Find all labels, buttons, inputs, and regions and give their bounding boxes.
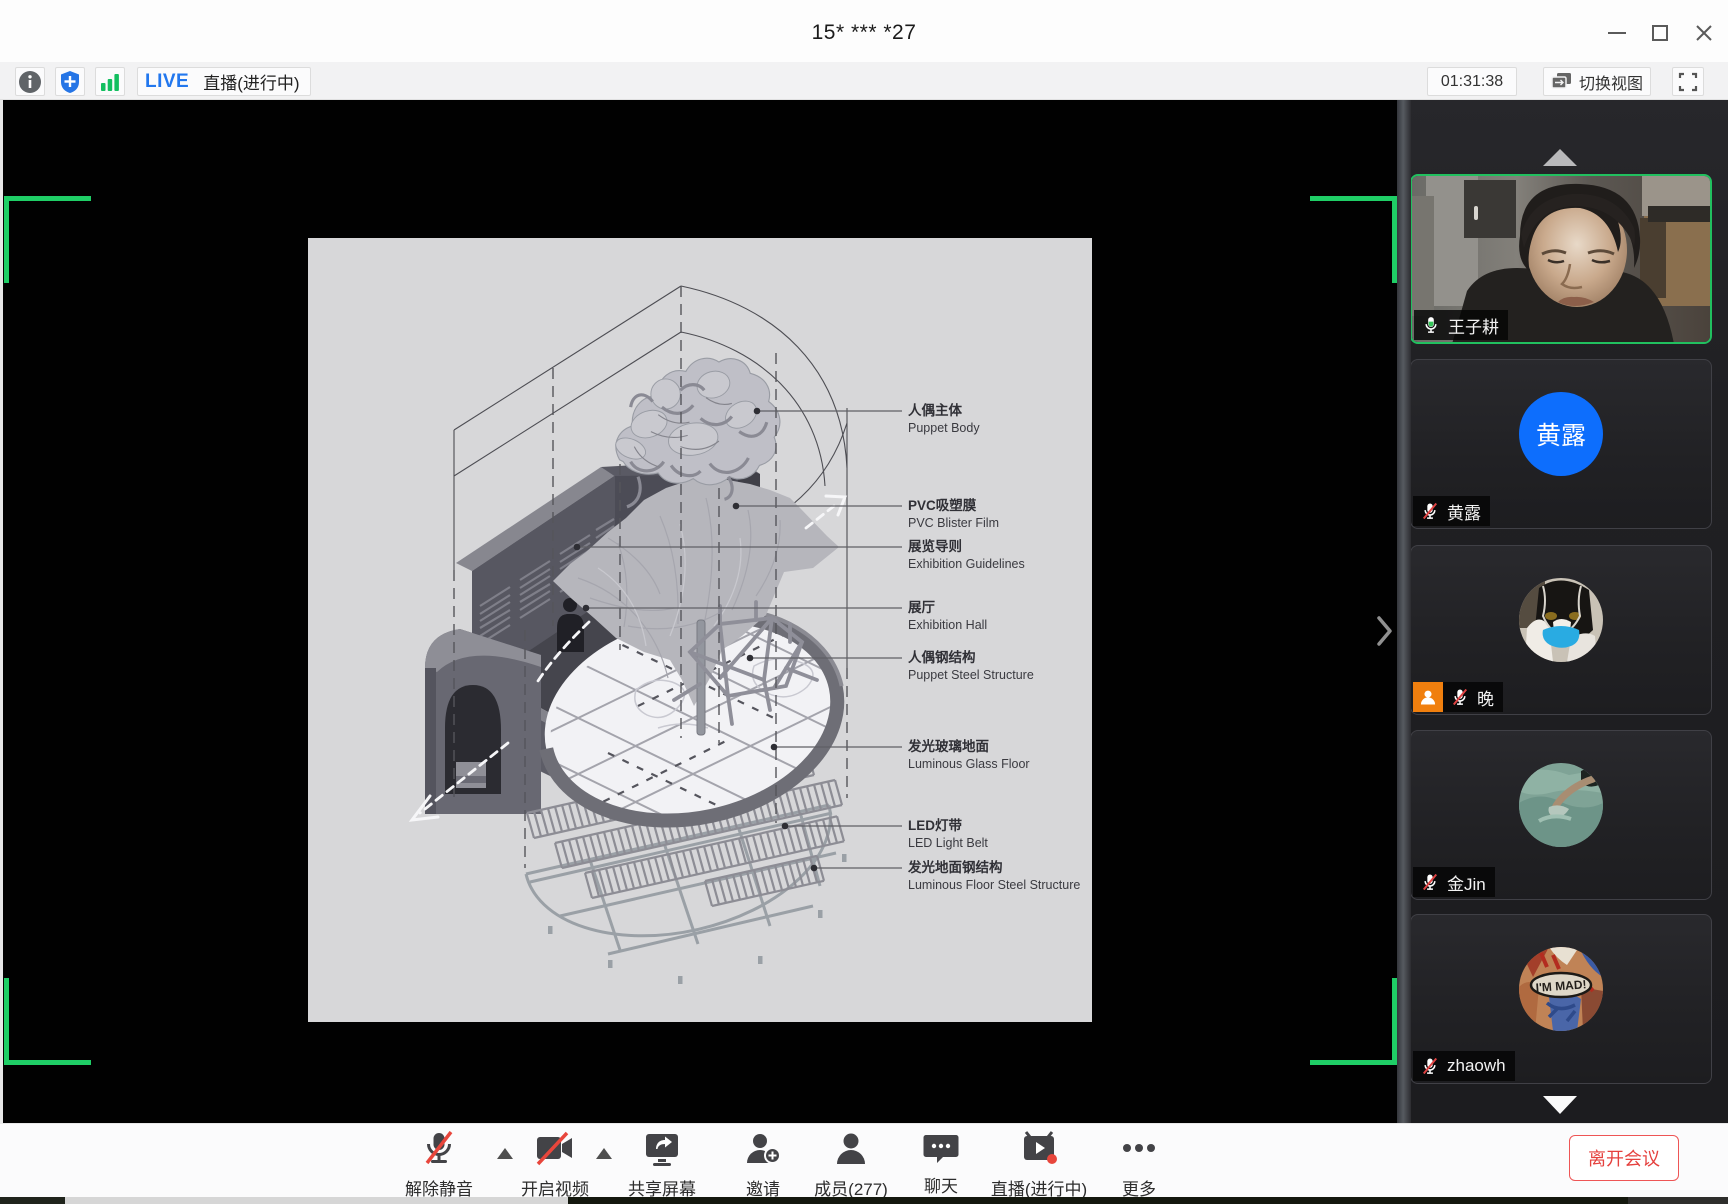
svg-text:展厅: 展厅 xyxy=(908,600,936,615)
svg-text:人偶钢结构: 人偶钢结构 xyxy=(908,649,976,665)
svg-text:发光地面钢结构: 发光地面钢结构 xyxy=(907,859,1003,875)
svg-text:PVC吸塑膜: PVC吸塑膜 xyxy=(908,497,977,513)
svg-text:Exhibition Guidelines: Exhibition Guidelines xyxy=(908,557,1025,571)
svg-text:展览导则: 展览导则 xyxy=(908,538,962,554)
svg-text:LED灯带: LED灯带 xyxy=(908,817,963,833)
svg-text:Luminous Glass Floor: Luminous Glass Floor xyxy=(908,757,1030,771)
svg-text:Puppet Body: Puppet Body xyxy=(908,421,980,435)
svg-text:发光玻璃地面: 发光玻璃地面 xyxy=(907,738,989,754)
svg-text:Puppet Steel Structure: Puppet Steel Structure xyxy=(908,668,1034,682)
svg-text:PVC Blister Film: PVC Blister Film xyxy=(908,516,999,530)
svg-text:LED Light Belt: LED Light Belt xyxy=(908,836,988,850)
svg-text:Exhibition Hall: Exhibition Hall xyxy=(908,618,987,632)
svg-text:Luminous Floor Steel Structure: Luminous Floor Steel Structure xyxy=(908,878,1080,892)
svg-text:人偶主体: 人偶主体 xyxy=(908,402,962,418)
